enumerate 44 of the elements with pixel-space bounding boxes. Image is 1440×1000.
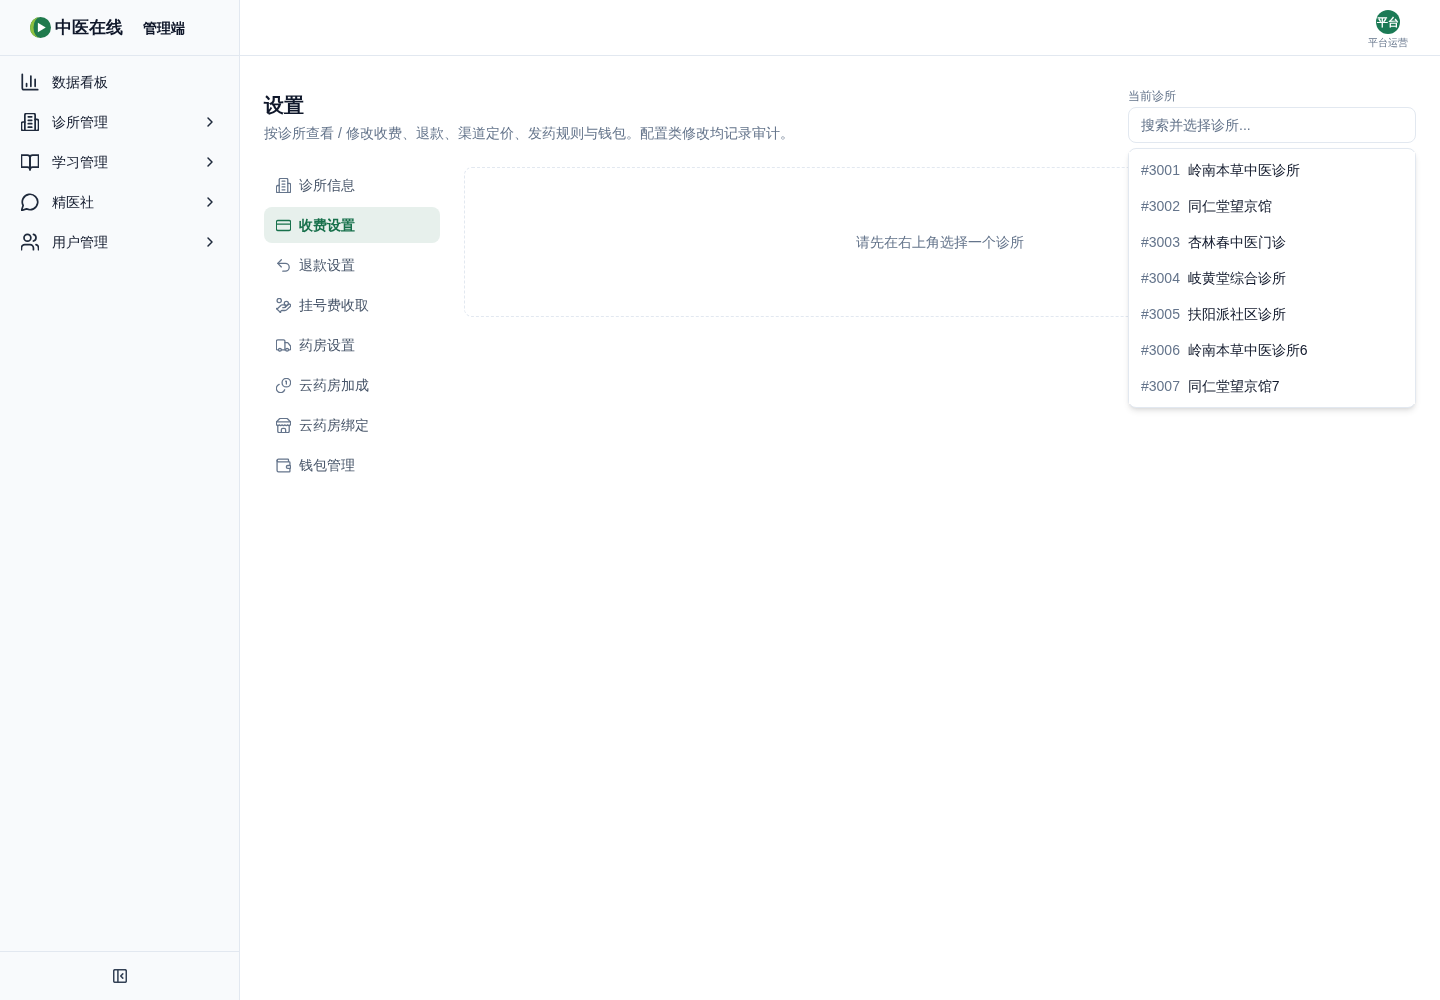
book-icon <box>21 153 39 171</box>
credit-card-icon <box>276 217 291 233</box>
user-avatar[interactable]: 平台 <box>1376 10 1400 34</box>
clinic-option[interactable]: #3005 扶阳派社区诊所 <box>1129 296 1415 332</box>
sidebar-nav-item[interactable]: 学习管理 <box>8 142 231 182</box>
settings-tab[interactable]: 云药房加成 <box>264 367 440 403</box>
page-title: 设置 <box>264 93 305 118</box>
settings-tab[interactable]: 收费设置 <box>264 207 440 243</box>
clinic-option[interactable]: #3003 杏林春中医门诊 <box>1129 224 1415 260</box>
settings-tab[interactable]: 药房设置 <box>264 327 440 363</box>
chat-bubble-icon <box>21 193 39 211</box>
brand-name: 中医在线 <box>55 16 123 39</box>
settings-tab[interactable]: 钱包管理 <box>264 447 440 483</box>
sidebar-nav-item[interactable]: 诊所管理 <box>8 102 231 142</box>
clinic-option[interactable]: #3002 同仁堂望京馆 <box>1129 188 1415 224</box>
empty-state-message: 请先在右上角选择一个诊所 <box>856 232 1024 252</box>
bar-chart-icon <box>21 73 39 91</box>
undo-arrow-icon <box>276 257 291 273</box>
users-icon <box>21 233 39 251</box>
hand-coins-icon <box>276 297 291 313</box>
settings-tab[interactable]: 诊所信息 <box>264 167 440 203</box>
clinic-option[interactable]: #3006 岭南本草中医诊所6 <box>1129 332 1415 368</box>
sidebar-nav-item[interactable]: 数据看板 <box>8 62 231 102</box>
settings-tab[interactable]: 云药房绑定 <box>264 407 440 443</box>
clinic-picker-label: 当前诊所 <box>1128 88 1177 104</box>
page-subtitle: 按诊所查看 / 修改收费、退款、渠道定价、发药规则与钱包。配置类修改均记录审计。 <box>264 124 794 143</box>
building-icon <box>276 177 291 193</box>
clinic-search-field[interactable]: 搜索并选择诊所... <box>1128 107 1416 143</box>
sidebar-nav-item[interactable]: 用户管理 <box>8 222 231 262</box>
user-role: 平台运营 <box>1368 37 1408 49</box>
brand-edition: 管理端 <box>143 18 185 38</box>
truck-icon <box>276 337 291 353</box>
store-icon <box>276 417 291 433</box>
settings-tab[interactable]: 退款设置 <box>264 247 440 283</box>
clinic-option[interactable]: #3001 岭南本草中医诊所 <box>1129 152 1415 188</box>
collapse-sidebar-icon <box>112 969 127 983</box>
settings-tab[interactable]: 挂号费收取 <box>264 287 440 323</box>
clinic-option[interactable]: #3004 岐黄堂综合诊所 <box>1129 260 1415 296</box>
coins-icon <box>276 377 291 393</box>
wallet-icon <box>276 457 291 473</box>
clinic-option[interactable]: #3007 同仁堂望京馆7 <box>1129 368 1415 404</box>
sidebar-nav-item[interactable]: 精医社 <box>8 182 231 222</box>
building-icon <box>21 113 39 131</box>
play-logo-icon <box>30 17 51 38</box>
